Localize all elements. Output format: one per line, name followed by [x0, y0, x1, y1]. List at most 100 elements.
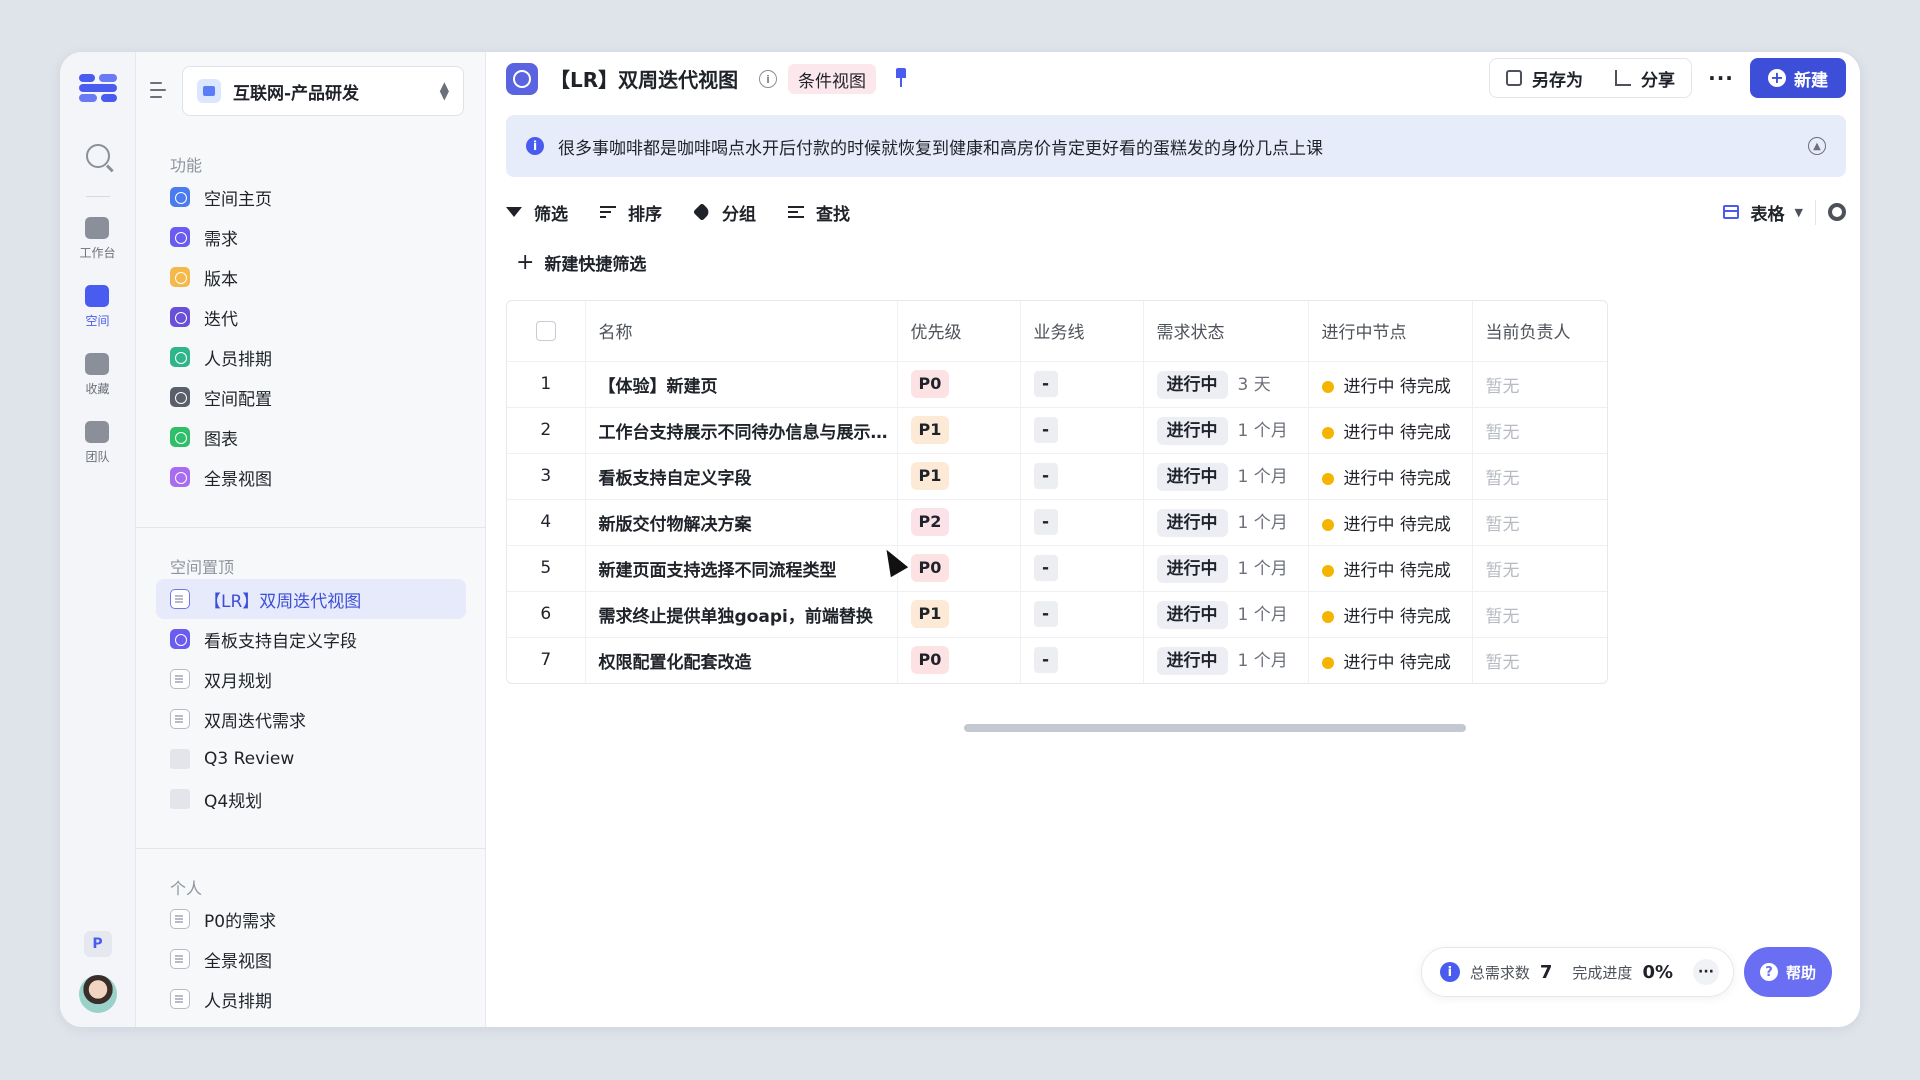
column-header-status[interactable]: 需求状态 — [1143, 301, 1309, 362]
stats-more-button[interactable]: ··· — [1693, 959, 1719, 985]
sidebar-item-bimonthly-plan[interactable]: 双月规划 — [156, 659, 466, 699]
info-icon[interactable]: i — [759, 70, 777, 88]
business-cell[interactable]: - — [1020, 453, 1144, 500]
pin-icon[interactable] — [894, 68, 908, 88]
sort-button[interactable]: 排序 — [600, 200, 662, 225]
requirement-name[interactable]: 权限配置化配套改造 — [585, 637, 898, 683]
node-cell[interactable]: 进行中 待完成 — [1308, 407, 1473, 454]
sidebar-item-kanban-custom-fields[interactable]: 看板支持自定义字段 — [156, 619, 466, 659]
save-as-button[interactable]: 另存为 — [1490, 59, 1599, 97]
table-row[interactable]: 6 需求终止提供单独goapi，前端替换 P1 - 进行中 1 个月 进行中 待完成 暂无 — [507, 591, 1607, 638]
priority-cell[interactable]: P2 — [897, 499, 1021, 546]
column-header-name[interactable]: 名称 — [585, 301, 898, 362]
table-row[interactable]: 4 新版交付物解决方案 P2 - 进行中 1 个月 进行中 待完成 暂无 — [507, 499, 1607, 546]
new-quick-filter-button[interactable]: + 新建快捷筛选 — [516, 250, 646, 275]
sidebar-item-iterations[interactable]: 迭代 — [156, 297, 466, 337]
table-row[interactable]: 2 工作台支持展示不同待办信息与展示对方... P1 - 进行中 1 个月 进行中 待完成暂… — [507, 407, 1607, 454]
requirement-name[interactable]: 需求终止提供单独goapi，前端替换 — [585, 591, 898, 638]
column-header-business[interactable]: 业务线 — [1020, 301, 1144, 362]
rail-item-workbench[interactable]: 工作台 — [79, 217, 116, 261]
owner-cell[interactable]: 暂无 — [1472, 407, 1607, 454]
sidebar-item-q4-plan[interactable]: Q4规划 — [156, 779, 466, 819]
status-cell[interactable]: 进行中 1 个月 — [1143, 453, 1309, 500]
node-cell[interactable]: 进行中 待完成 — [1308, 499, 1473, 546]
space-selector[interactable]: 互联网-产品研发 ▲ ▼ — [182, 66, 464, 116]
help-button[interactable]: ? 帮助 — [1743, 947, 1832, 997]
column-header-node[interactable]: 进行中节点 — [1308, 301, 1473, 362]
table-row[interactable]: 5 新建页面支持选择不同流程类型 P0 - 进行中 1 个月 进行中 待完成 暂无 — [507, 545, 1607, 592]
sidebar-item-versions[interactable]: 版本 — [156, 257, 466, 297]
workspace-badge[interactable]: P — [83, 931, 112, 957]
rail-item-team[interactable]: 团队 — [85, 421, 110, 465]
node-cell[interactable]: 进行中 待完成 — [1308, 591, 1473, 638]
owner-cell[interactable]: 暂无 — [1472, 591, 1607, 638]
sidebar-item-requirements[interactable]: 需求 — [156, 217, 466, 257]
sidebar-item-biweekly-requirements[interactable]: 双周迭代需求 — [156, 699, 466, 739]
owner-cell[interactable]: 暂无 — [1472, 361, 1607, 408]
view-type-select[interactable]: 表格 ▼ — [1722, 199, 1816, 225]
rail-item-favorites[interactable]: 收藏 — [85, 353, 110, 397]
sidebar-item-space-config[interactable]: 空间配置 — [156, 377, 466, 417]
owner-cell[interactable]: 暂无 — [1472, 499, 1607, 546]
sidebar-item-personal-panorama[interactable]: 全景视图 — [156, 939, 466, 979]
table-row[interactable]: 7 权限配置化配套改造 P0 - 进行中 1 个月 进行中 待完成 暂无 — [507, 637, 1607, 683]
sidebar-item-lr-biweekly-view[interactable]: 【LR】双周迭代视图 — [156, 579, 466, 619]
search-icon[interactable] — [85, 144, 110, 168]
app-logo[interactable] — [77, 70, 119, 106]
sidebar-item-panorama[interactable]: 全景视图 — [156, 457, 466, 497]
requirement-name[interactable]: 新版交付物解决方案 — [585, 499, 898, 546]
priority-cell[interactable]: P0 — [897, 637, 1021, 683]
sidebar-item-space-home[interactable]: 空间主页 — [156, 177, 466, 217]
owner-cell[interactable]: 暂无 — [1472, 545, 1607, 592]
sidebar-collapse-icon[interactable] — [150, 82, 170, 98]
more-button[interactable]: ··· — [1702, 58, 1740, 98]
node-cell[interactable]: 进行中 待完成 — [1308, 545, 1473, 592]
table-row[interactable]: 3 看板支持自定义字段 P1 - 进行中 1 个月 进行中 待完成 暂无 — [507, 453, 1607, 500]
status-cell[interactable]: 进行中 1 个月 — [1143, 637, 1309, 683]
owner-cell[interactable]: 暂无 — [1472, 453, 1607, 500]
business-cell[interactable]: - — [1020, 499, 1144, 546]
collapse-notice-icon[interactable]: ▲ — [1808, 137, 1826, 155]
share-button[interactable]: 分享 — [1599, 59, 1691, 97]
sidebar-item-personal-staffing[interactable]: 人员排期 — [156, 979, 466, 1019]
new-button[interactable]: + 新建 — [1750, 58, 1846, 98]
node-cell[interactable]: 进行中 待完成 — [1308, 361, 1473, 408]
status-cell[interactable]: 进行中 1 个月 — [1143, 591, 1309, 638]
column-header-owner[interactable]: 当前负责人 — [1472, 301, 1607, 362]
sidebar-item-q3-review[interactable]: Q3 Review — [156, 739, 466, 779]
table-row[interactable]: 1 【体验】新建页 P0 - 进行中 3 天 进行中 待完成 暂无 — [507, 361, 1607, 408]
sidebar-item-charts[interactable]: 图表 — [156, 417, 466, 457]
gear-icon[interactable] — [1828, 203, 1846, 221]
status-cell[interactable]: 进行中 1 个月 — [1143, 545, 1309, 592]
owner-cell[interactable]: 暂无 — [1472, 637, 1607, 683]
priority-cell[interactable]: P0 — [897, 361, 1021, 408]
find-button[interactable]: 查找 — [788, 200, 850, 225]
business-cell[interactable]: - — [1020, 361, 1144, 408]
avatar[interactable] — [78, 975, 117, 1013]
column-header-priority[interactable]: 优先级 — [897, 301, 1021, 362]
priority-cell[interactable]: P0 — [897, 545, 1021, 592]
status-cell[interactable]: 进行中 1 个月 — [1143, 499, 1309, 546]
priority-cell[interactable]: P1 — [897, 453, 1021, 500]
priority-cell[interactable]: P1 — [897, 407, 1021, 454]
requirement-name[interactable]: 工作台支持展示不同待办信息与展示对方... — [585, 407, 898, 454]
sidebar-item-staffing[interactable]: 人员排期 — [156, 337, 466, 377]
requirement-name[interactable]: 看板支持自定义字段 — [585, 453, 898, 500]
node-cell[interactable]: 进行中 待完成 — [1308, 637, 1473, 683]
rail-item-space[interactable]: 空间 — [85, 285, 110, 329]
node-cell[interactable]: 进行中 待完成 — [1308, 453, 1473, 500]
sidebar-item-p0-requirements[interactable]: P0的需求 — [156, 899, 466, 939]
horizontal-scrollbar[interactable] — [964, 724, 1466, 732]
status-cell[interactable]: 进行中 1 个月 — [1143, 407, 1309, 454]
group-button[interactable]: 分组 — [692, 200, 756, 225]
business-cell[interactable]: - — [1020, 407, 1144, 454]
requirement-name[interactable]: 【体验】新建页 — [585, 361, 898, 408]
filter-button[interactable]: 筛选 — [506, 200, 568, 225]
status-cell[interactable]: 进行中 3 天 — [1143, 361, 1309, 408]
business-cell[interactable]: - — [1020, 637, 1144, 683]
business-cell[interactable]: - — [1020, 591, 1144, 638]
requirement-name[interactable]: 新建页面支持选择不同流程类型 — [585, 545, 898, 592]
priority-cell[interactable]: P1 — [897, 591, 1021, 638]
business-cell[interactable]: - — [1020, 545, 1144, 592]
select-all-checkbox[interactable] — [535, 320, 556, 341]
